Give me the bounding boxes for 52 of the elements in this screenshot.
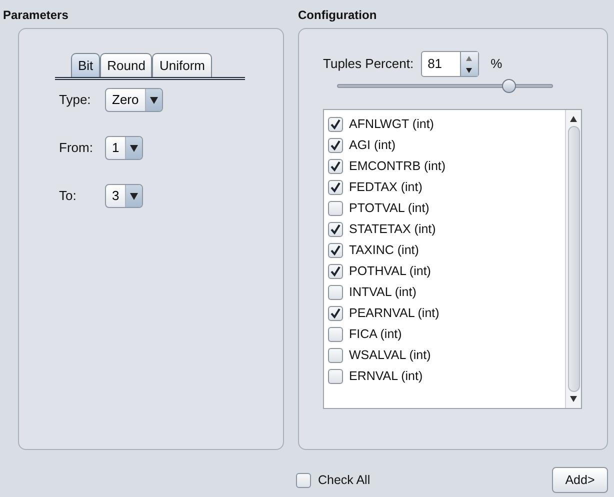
column-label: FICA (int) — [349, 326, 402, 344]
column-label: AGI (int) — [349, 137, 396, 154]
checkbox[interactable] — [328, 201, 343, 216]
scroll-down-icon[interactable] — [570, 396, 577, 402]
tab[interactable]: Uniform — [152, 53, 212, 77]
caret-icon — [130, 192, 138, 200]
dropdown[interactable]: 3 — [105, 184, 144, 208]
checkbox[interactable] — [328, 117, 343, 132]
checkbox[interactable] — [328, 159, 343, 174]
column-label: PEARNVAL (int) — [349, 305, 440, 322]
checkbox[interactable] — [328, 285, 343, 300]
column-label: EMCONTRB (int) — [349, 158, 446, 176]
column-label: WSALVAL (int) — [349, 347, 431, 364]
slider-thumb[interactable] — [502, 79, 516, 93]
check-all-label: Check All — [318, 472, 370, 489]
checkbox[interactable] — [328, 222, 343, 237]
dropdown[interactable]: Zero — [105, 88, 163, 112]
column-label: ERNVAL (int) — [349, 368, 423, 386]
field-label: Type: — [59, 91, 92, 110]
column-label: STATETAX (int) — [349, 221, 436, 238]
add-button[interactable]: Add> — [552, 467, 608, 493]
dropdown[interactable]: 1 — [105, 136, 144, 160]
spinner-field[interactable]: 81 — [420, 51, 479, 77]
caret-icon — [130, 144, 138, 152]
checkbox[interactable] — [328, 264, 343, 279]
column-label: TAXINC (int) — [349, 242, 419, 260]
up-arrow-icon[interactable] — [466, 56, 472, 60]
scroll-up-icon[interactable] — [570, 116, 577, 122]
checkbox[interactable] — [328, 180, 343, 195]
checkbox[interactable] — [328, 243, 343, 258]
checkbox[interactable] — [328, 306, 343, 321]
checkbox[interactable] — [328, 138, 343, 153]
column-label: PTOTVAL (int) — [349, 200, 430, 218]
column-label: AFNLWGT (int) — [349, 116, 434, 134]
tab[interactable]: Bit — [71, 53, 100, 77]
checkbox[interactable] — [296, 472, 311, 488]
tuples-label: Tuples Percent: — [323, 55, 414, 74]
scrollbar[interactable] — [565, 110, 581, 408]
column-label: POTHVAL (int) — [349, 263, 431, 280]
caret-icon — [150, 96, 158, 104]
column-label: INTVAL (int) — [349, 284, 416, 302]
column-label: FEDTAX (int) — [349, 179, 422, 196]
unit-label: % — [490, 55, 502, 74]
checkbox[interactable] — [328, 369, 343, 384]
down-arrow-icon[interactable] — [466, 68, 472, 72]
field-label: To: — [59, 187, 78, 206]
panel-title: Configuration — [298, 7, 378, 24]
field-label: From: — [59, 139, 94, 158]
panel-title: Parameters — [3, 7, 70, 24]
checkbox[interactable] — [328, 327, 343, 342]
checkbox[interactable] — [328, 348, 343, 363]
tab[interactable]: Round — [100, 53, 152, 77]
